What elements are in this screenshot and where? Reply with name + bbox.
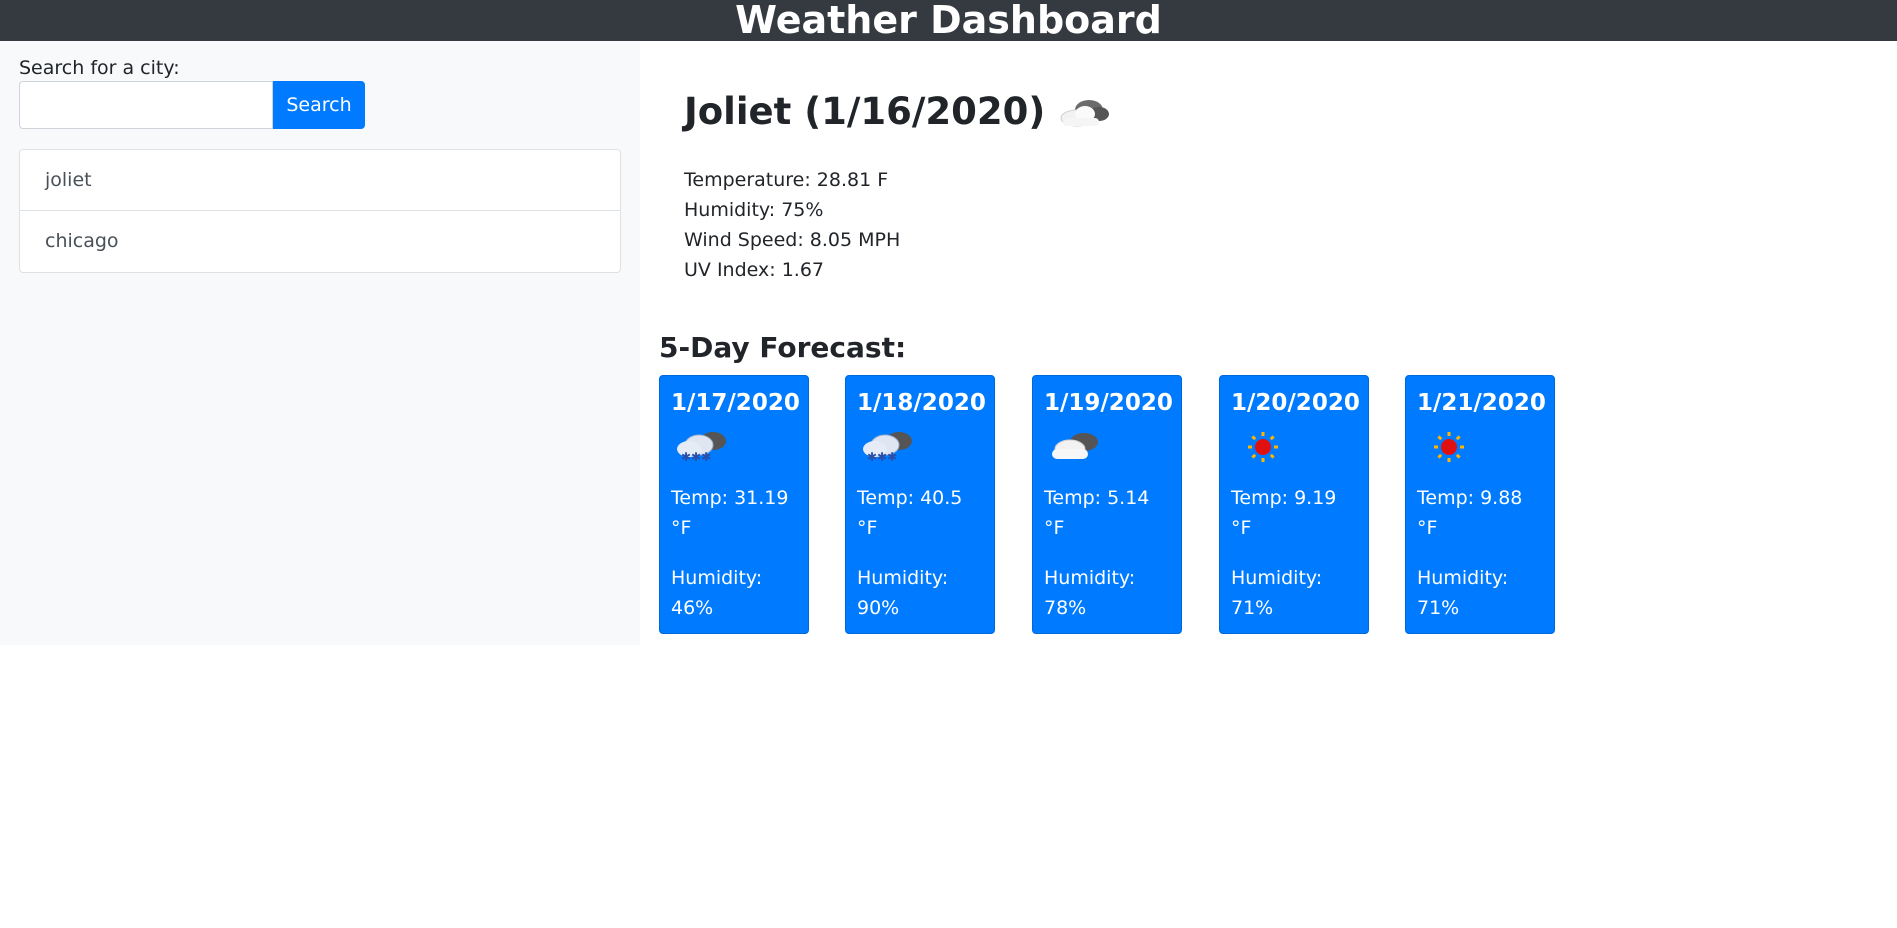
temperature-text: Temperature: 28.81 F: [684, 169, 889, 191]
current-weather: Joliet (1/16/2020) Temperature: 28.81 F …: [684, 84, 1111, 281]
sun-icon: [1417, 421, 1544, 479]
forecast-temp: Temp: 40.5 °F: [857, 487, 963, 539]
forecast-card: 1/17/2020 ✱✱✱ Temp: 31.19 °F Humidity: 4…: [659, 375, 809, 634]
snow-cloud-icon: ✱✱✱: [671, 421, 798, 479]
forecast-date: 1/19/2020: [1044, 390, 1173, 416]
humidity-text: Humidity: 75%: [684, 199, 824, 221]
search-label: Search for a city:: [19, 57, 180, 79]
cloud-icon: [1044, 421, 1171, 479]
forecast-date: 1/18/2020: [857, 390, 986, 416]
forecast-temp: Temp: 9.19 °F: [1231, 487, 1337, 539]
forecast-humidity: Humidity: 71%: [1417, 567, 1509, 619]
forecast-humidity: Humidity: 46%: [671, 567, 763, 619]
forecast-card: 1/20/2020 Temp: 9.19 °F Humidity: 71%: [1219, 375, 1369, 634]
search-history-list: joliet chicago: [19, 149, 621, 273]
history-item-chicago[interactable]: chicago: [20, 211, 620, 272]
forecast-date: 1/20/2020: [1231, 390, 1360, 416]
current-stats: Temperature: 28.81 F Humidity: 75% Wind …: [684, 165, 1084, 285]
forecast-card: 1/21/2020 Temp: 9.88 °F Humidity: 71%: [1405, 375, 1555, 634]
page-title: Weather Dashboard: [735, 0, 1162, 42]
forecast-humidity: Humidity: 71%: [1231, 567, 1323, 619]
svg-text:✱✱✱: ✱✱✱: [867, 450, 897, 464]
current-city-date: Joliet (1/16/2020): [684, 90, 1046, 133]
forecast-humidity: Humidity: 90%: [857, 567, 949, 619]
forecast-date: 1/17/2020: [671, 390, 800, 416]
search-input[interactable]: [19, 81, 273, 129]
snow-cloud-icon: ✱✱✱: [857, 421, 984, 479]
sidebar: Search for a city: Search joliet chicago: [0, 41, 640, 645]
sun-icon: [1231, 421, 1358, 479]
app-header: Weather Dashboard: [0, 0, 1897, 41]
forecast-temp: Temp: 9.88 °F: [1417, 487, 1523, 539]
current-weather-title: Joliet (1/16/2020): [684, 84, 1111, 140]
cloud-icon: [1055, 92, 1111, 132]
forecast-humidity: Humidity: 78%: [1044, 567, 1136, 619]
forecast-card: 1/18/2020 ✱✱✱ Temp: 40.5 °F Humidity: 90…: [845, 375, 995, 634]
forecast-date: 1/21/2020: [1417, 390, 1546, 416]
search-button[interactable]: Search: [273, 81, 365, 129]
uv-index-text: UV Index: 1.67: [684, 259, 824, 281]
forecast-card: 1/19/2020 Temp: 5.14 °F Humidity: 78%: [1032, 375, 1182, 634]
forecast-title: 5-Day Forecast:: [659, 331, 907, 364]
svg-text:✱✱✱: ✱✱✱: [681, 450, 711, 464]
history-item-joliet[interactable]: joliet: [20, 150, 620, 211]
wind-speed-text: Wind Speed: 8.05 MPH: [684, 229, 901, 251]
forecast-temp: Temp: 31.19 °F: [671, 487, 789, 539]
forecast-temp: Temp: 5.14 °F: [1044, 487, 1150, 539]
